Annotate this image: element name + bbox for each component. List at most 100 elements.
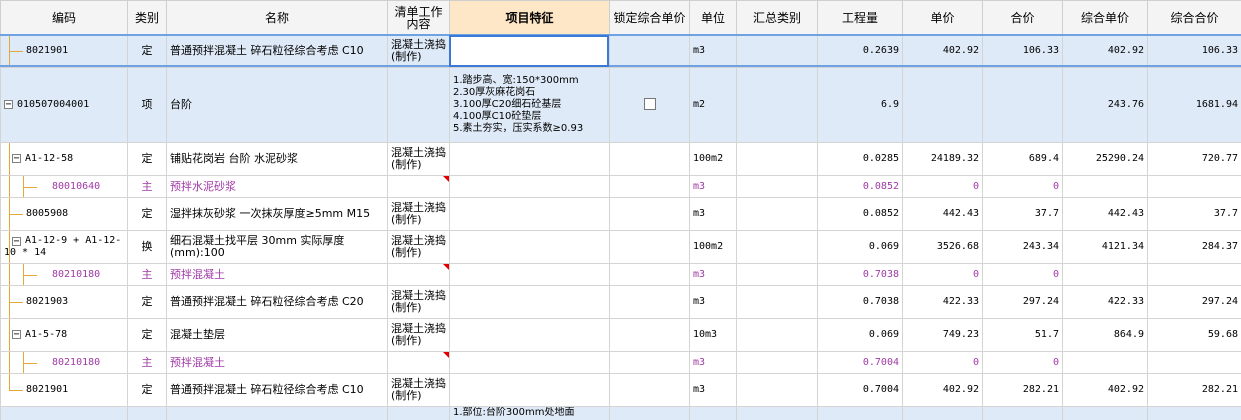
feature-cell[interactable] xyxy=(449,318,610,352)
lock-cell[interactable] xyxy=(609,142,690,176)
table-row[interactable]: − A1-5-78 定 混凝土垫层 混凝土浇捣(制作) 10m3 0.069 74… xyxy=(0,318,1241,352)
collapse-icon[interactable]: − xyxy=(4,99,13,109)
price-cell[interactable]: 402.92 xyxy=(902,34,983,68)
total-cell[interactable] xyxy=(982,406,1063,420)
lock-cell[interactable] xyxy=(609,34,690,68)
work-cell[interactable]: 混凝土浇捣(制作) xyxy=(387,373,450,407)
type-cell[interactable]: 定 xyxy=(127,373,167,407)
type-cell[interactable]: 定 xyxy=(127,197,167,231)
unit-cell[interactable]: 100m2 xyxy=(689,230,737,264)
unit-cell[interactable]: m3 xyxy=(689,197,737,231)
price-cell[interactable]: 0 xyxy=(902,351,983,374)
type-cell[interactable]: 换 xyxy=(127,230,167,264)
code-cell[interactable]: 80210180 xyxy=(0,351,128,374)
comp-price-cell[interactable] xyxy=(1062,263,1148,286)
name-cell[interactable]: 湿拌抹灰砂浆 一次抹灰厚度≥5mm M15 xyxy=(166,197,388,231)
comp-price-cell[interactable] xyxy=(1062,351,1148,374)
comp-total-cell[interactable] xyxy=(1147,406,1241,420)
name-cell[interactable]: 普通预拌混凝土 碎石粒径综合考虑 C10 xyxy=(166,34,388,68)
unit-cell[interactable]: m3 xyxy=(689,351,737,374)
code-cell[interactable]: 8021901 xyxy=(0,34,128,68)
name-cell[interactable]: 预拌混凝土 xyxy=(166,351,388,374)
col-header-lock[interactable]: 锁定综合单价 xyxy=(609,0,690,35)
work-cell[interactable]: 混凝土浇捣(制作) xyxy=(387,318,450,352)
comp-price-cell[interactable] xyxy=(1062,406,1148,420)
table-row[interactable]: 80010640 主 预拌水泥砂浆 m3 0.0852 0 0 xyxy=(0,175,1241,198)
total-cell[interactable]: 37.7 xyxy=(982,197,1063,231)
type-cell[interactable]: 定 xyxy=(127,285,167,319)
lock-cell[interactable] xyxy=(609,230,690,264)
name-cell[interactable]: 台阶 xyxy=(166,67,388,143)
work-cell[interactable] xyxy=(387,351,450,374)
summary-cell[interactable] xyxy=(736,34,818,68)
col-header-price[interactable]: 单价 xyxy=(902,0,983,35)
type-cell[interactable] xyxy=(127,406,167,420)
code-cell[interactable]: 8021901 xyxy=(0,373,128,407)
feature-cell[interactable] xyxy=(449,142,610,176)
total-cell[interactable]: 282.21 xyxy=(982,373,1063,407)
name-cell[interactable]: 铺贴花岗岩 台阶 水泥砂浆 xyxy=(166,142,388,176)
col-header-unit[interactable]: 单位 xyxy=(689,0,737,35)
unit-cell[interactable]: 100m2 xyxy=(689,142,737,176)
total-cell[interactable]: 243.34 xyxy=(982,230,1063,264)
price-cell[interactable] xyxy=(902,406,983,420)
code-cell[interactable]: 80210180 xyxy=(0,263,128,286)
price-cell[interactable]: 422.33 xyxy=(902,285,983,319)
unit-cell[interactable]: m3 xyxy=(689,175,737,198)
comp-price-cell[interactable]: 442.43 xyxy=(1062,197,1148,231)
qty-cell[interactable]: 0.069 xyxy=(817,318,903,352)
qty-cell[interactable]: 0.069 xyxy=(817,230,903,264)
qty-cell[interactable]: 0.0285 xyxy=(817,142,903,176)
total-cell[interactable]: 297.24 xyxy=(982,285,1063,319)
summary-cell[interactable] xyxy=(736,230,818,264)
type-cell[interactable]: 主 xyxy=(127,351,167,374)
summary-cell[interactable] xyxy=(736,351,818,374)
name-cell[interactable] xyxy=(166,406,388,420)
comp-total-cell[interactable]: 37.7 xyxy=(1147,197,1241,231)
unit-cell[interactable]: m3 xyxy=(689,373,737,407)
table-row[interactable]: 8021901 定 普通预拌混凝土 碎石粒径综合考虑 C10 混凝土浇捣(制作)… xyxy=(0,34,1241,68)
lock-cell[interactable] xyxy=(609,318,690,352)
qty-cell[interactable]: 0.7038 xyxy=(817,263,903,286)
code-cell[interactable]: −010507004001 xyxy=(0,67,128,143)
type-cell[interactable]: 项 xyxy=(127,67,167,143)
unit-cell[interactable]: m3 xyxy=(689,263,737,286)
collapse-icon[interactable]: − xyxy=(12,329,21,339)
qty-cell[interactable]: 0.0852 xyxy=(817,175,903,198)
summary-cell[interactable] xyxy=(736,67,818,143)
comp-total-cell[interactable]: 282.21 xyxy=(1147,373,1241,407)
total-cell[interactable] xyxy=(982,67,1063,143)
price-cell[interactable]: 0 xyxy=(902,175,983,198)
lock-cell[interactable] xyxy=(609,175,690,198)
comp-total-cell[interactable] xyxy=(1147,351,1241,374)
qty-cell[interactable]: 6.9 xyxy=(817,67,903,143)
summary-cell[interactable] xyxy=(736,373,818,407)
total-cell[interactable]: 0 xyxy=(982,263,1063,286)
comp-price-cell[interactable]: 422.33 xyxy=(1062,285,1148,319)
comp-price-cell[interactable]: 402.92 xyxy=(1062,373,1148,407)
comp-total-cell[interactable] xyxy=(1147,175,1241,198)
comp-total-cell[interactable]: 720.77 xyxy=(1147,142,1241,176)
table-row[interactable]: 8021901 定 普通预拌混凝土 碎石粒径综合考虑 C10 混凝土浇捣(制作)… xyxy=(0,373,1241,407)
work-cell[interactable] xyxy=(387,263,450,286)
table-row[interactable]: 80210180 主 预拌混凝土 m3 0.7004 0 0 xyxy=(0,351,1241,374)
feature-cell[interactable] xyxy=(449,175,610,198)
table-row[interactable]: − A1-12-58 定 铺贴花岗岩 台阶 水泥砂浆 混凝土浇捣(制作) 100m… xyxy=(0,142,1241,176)
col-header-summary[interactable]: 汇总类别 xyxy=(736,0,818,35)
feature-cell[interactable] xyxy=(449,197,610,231)
collapse-icon[interactable]: − xyxy=(12,153,21,163)
feature-cell[interactable] xyxy=(449,263,610,286)
code-cell[interactable] xyxy=(0,406,128,420)
work-cell[interactable] xyxy=(387,406,450,420)
lock-cell[interactable] xyxy=(609,263,690,286)
lock-cell[interactable] xyxy=(609,406,690,420)
lock-cell[interactable] xyxy=(609,285,690,319)
table-row[interactable]: 8005908 定 湿拌抹灰砂浆 一次抹灰厚度≥5mm M15 混凝土浇捣(制作… xyxy=(0,197,1241,231)
price-cell[interactable]: 402.92 xyxy=(902,373,983,407)
comp-price-cell[interactable]: 4121.34 xyxy=(1062,230,1148,264)
lock-cell[interactable] xyxy=(609,373,690,407)
feature-cell[interactable] xyxy=(449,373,610,407)
price-cell[interactable] xyxy=(902,67,983,143)
comp-price-cell[interactable]: 243.76 xyxy=(1062,67,1148,143)
comp-price-cell[interactable]: 864.9 xyxy=(1062,318,1148,352)
